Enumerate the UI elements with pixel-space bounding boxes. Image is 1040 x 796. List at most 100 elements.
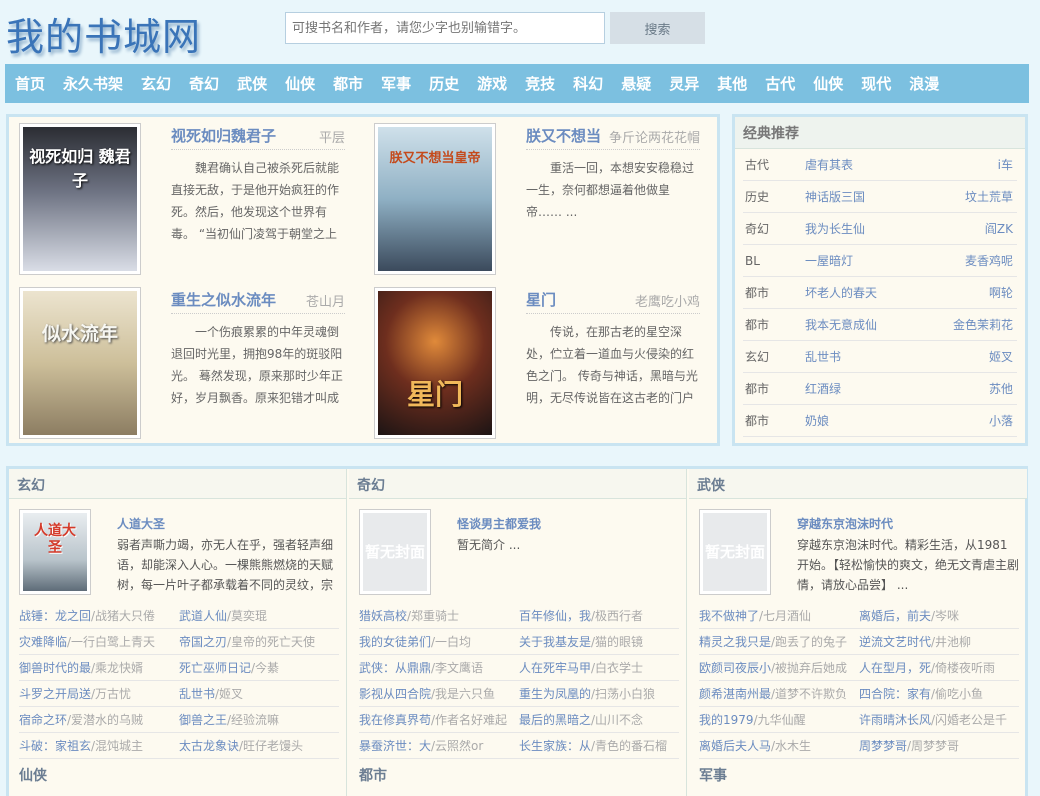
book-link[interactable]: 斗罗之开局送 xyxy=(19,687,91,701)
book-link[interactable]: 人在型月，死 xyxy=(859,661,931,675)
author-link[interactable]: /九华仙醒 xyxy=(754,713,806,727)
nav-item-kehuan[interactable]: 科幻 xyxy=(573,73,603,94)
author-link[interactable]: /今綦 xyxy=(251,661,279,675)
recommend-book[interactable]: 虐有其表 xyxy=(805,149,853,181)
section-header[interactable]: 玄幻 xyxy=(9,469,346,499)
book-link[interactable]: 重生为凤凰的 xyxy=(519,687,591,701)
nav-item-xiandai[interactable]: 现代 xyxy=(861,73,891,94)
author-link[interactable]: /万古忧 xyxy=(91,687,131,701)
author-link[interactable]: /青色的番石榴 xyxy=(591,739,667,753)
book-cover[interactable]: 人道大圣 xyxy=(19,509,91,595)
section-header[interactable]: 武侠 xyxy=(689,469,1027,499)
author-link[interactable]: /郑重骑士 xyxy=(407,609,459,623)
nav-item-dushi[interactable]: 都市 xyxy=(333,73,363,94)
book-link[interactable]: 逆流文艺时代 xyxy=(859,635,931,649)
book-author[interactable]: 争斤论两花花帽 xyxy=(609,127,700,146)
book-link[interactable]: 人在死牢马甲 xyxy=(519,661,591,675)
book-link[interactable]: 我的女徒弟们 xyxy=(359,635,431,649)
author-link[interactable]: /战猪大只倦 xyxy=(91,609,155,623)
book-cover[interactable]: 星门 xyxy=(374,287,496,439)
feature-title[interactable]: 人道大圣 xyxy=(117,515,165,532)
nav-item-lishi[interactable]: 历史 xyxy=(429,73,459,94)
recommend-book[interactable]: 我为长生仙 xyxy=(805,213,865,245)
author-link[interactable]: /水木生 xyxy=(771,739,811,753)
recommend-author[interactable]: 苏他 xyxy=(989,373,1013,405)
author-link[interactable]: /偷吃小鱼 xyxy=(931,687,983,701)
author-link[interactable]: /一白均 xyxy=(431,635,471,649)
author-link[interactable]: /混饨城主 xyxy=(91,739,143,753)
nav-item-xianxia[interactable]: 仙侠 xyxy=(285,73,315,94)
book-link[interactable]: 死亡巫师日记 xyxy=(179,661,251,675)
recommend-author[interactable]: 姬叉 xyxy=(989,341,1013,373)
search-button[interactable]: 搜索 xyxy=(610,12,705,44)
author-link[interactable]: /七月酒仙 xyxy=(759,609,811,623)
nav-item-qihuan[interactable]: 奇幻 xyxy=(189,73,219,94)
feature-title[interactable]: 穿越东京泡沫时代 xyxy=(797,515,893,532)
book-link[interactable]: 离婚后夫人马 xyxy=(699,739,771,753)
author-link[interactable]: /井池柳 xyxy=(931,635,971,649)
author-link[interactable]: /山川不念 xyxy=(591,713,643,727)
recommend-book[interactable]: 坏老人的春天 xyxy=(805,277,877,309)
author-link[interactable]: /扫荡小白狼 xyxy=(591,687,655,701)
book-link[interactable]: 长生家族：从 xyxy=(519,739,591,753)
nav-item-xuanyi[interactable]: 悬疑 xyxy=(621,73,651,94)
recommend-book[interactable]: 红酒绿 xyxy=(805,373,841,405)
book-link[interactable]: 百年修仙，我 xyxy=(519,609,591,623)
book-link[interactable]: 灾难降临 xyxy=(19,635,67,649)
author-link[interactable]: /被抛弃后她成 xyxy=(771,661,847,675)
book-author[interactable]: 老鹰吃小鸡 xyxy=(635,291,700,310)
recommend-author[interactable]: 坟土荒草 xyxy=(965,181,1013,213)
author-link[interactable]: /极西行者 xyxy=(591,609,643,623)
recommend-author[interactable]: 麦香鸡呢 xyxy=(965,245,1013,277)
recommend-book[interactable]: 我本无意成仙 xyxy=(805,309,877,341)
recommend-book[interactable]: 乱世书 xyxy=(805,341,841,373)
book-link[interactable]: 宿命之环 xyxy=(19,713,67,727)
nav-item-junshi[interactable]: 军事 xyxy=(381,73,411,94)
book-link[interactable]: 斗破：家祖玄 xyxy=(19,739,91,753)
book-link[interactable]: 影视从四合院 xyxy=(359,687,431,701)
book-title[interactable]: 重生之似水流年 xyxy=(171,289,276,310)
author-link[interactable]: /旺仔老馒头 xyxy=(239,739,303,753)
book-link[interactable]: 精灵之我只是 xyxy=(699,635,771,649)
book-link[interactable]: 太古龙象诀 xyxy=(179,739,239,753)
author-link[interactable]: /乘龙快婿 xyxy=(91,661,143,675)
recommend-book[interactable]: 奶娘 xyxy=(805,405,829,437)
author-link[interactable]: /白衣学士 xyxy=(591,661,643,675)
author-link[interactable]: /经验流嘛 xyxy=(227,713,279,727)
book-cover[interactable]: 似水流年 xyxy=(19,287,141,439)
author-link[interactable]: /道梦不许欺负 xyxy=(771,687,847,701)
book-link[interactable]: 欧颜司夜辰小 xyxy=(699,661,771,675)
book-link[interactable]: 我的1979 xyxy=(699,713,754,727)
book-link[interactable]: 御兽时代的最 xyxy=(19,661,91,675)
recommend-book[interactable]: 一屋暗灯 xyxy=(805,245,853,277)
author-link[interactable]: /云照然or xyxy=(431,739,483,753)
book-cover[interactable]: 暂无封面 xyxy=(699,509,771,595)
book-link[interactable]: 帝国之刃 xyxy=(179,635,227,649)
author-link[interactable]: /我是六只鱼 xyxy=(431,687,495,701)
book-link[interactable]: 武道人仙 xyxy=(179,609,227,623)
book-link[interactable]: 乱世书 xyxy=(179,687,215,701)
nav-item-lingyi[interactable]: 灵异 xyxy=(669,73,699,94)
search-input[interactable] xyxy=(285,12,605,44)
section-header[interactable]: 奇幻 xyxy=(349,469,686,499)
site-logo[interactable]: 我的书城网 xyxy=(6,6,201,61)
book-link[interactable]: 关于我基友是 xyxy=(519,635,591,649)
book-cover[interactable]: 暂无封面 xyxy=(359,509,431,595)
recommend-book[interactable]: 神话版三国 xyxy=(805,181,865,213)
nav-item-qita[interactable]: 其他 xyxy=(717,73,747,94)
nav-item-bookshelf[interactable]: 永久书架 xyxy=(63,73,123,94)
author-link[interactable]: /跑丢了的兔子 xyxy=(771,635,847,649)
recommend-author[interactable]: 金色茉莉花 xyxy=(953,309,1013,341)
book-link[interactable]: 颜希湛南州最 xyxy=(699,687,771,701)
section-header-next[interactable]: 军事 xyxy=(699,765,727,785)
book-link[interactable]: 离婚后，前夫 xyxy=(859,609,931,623)
feature-title[interactable]: 怪谈男主都爱我 xyxy=(457,515,541,532)
nav-item-youxi[interactable]: 游戏 xyxy=(477,73,507,94)
book-cover[interactable]: 朕又不想当皇帝 xyxy=(374,123,496,275)
recommend-author[interactable]: 啊轮 xyxy=(989,277,1013,309)
book-link[interactable]: 暴蚕济世：大 xyxy=(359,739,431,753)
author-link[interactable]: /皇帝的死亡天使 xyxy=(227,635,315,649)
recommend-author[interactable]: i车 xyxy=(998,149,1013,181)
book-link[interactable]: 我不做神了 xyxy=(699,609,759,623)
nav-item-wuxia[interactable]: 武侠 xyxy=(237,73,267,94)
